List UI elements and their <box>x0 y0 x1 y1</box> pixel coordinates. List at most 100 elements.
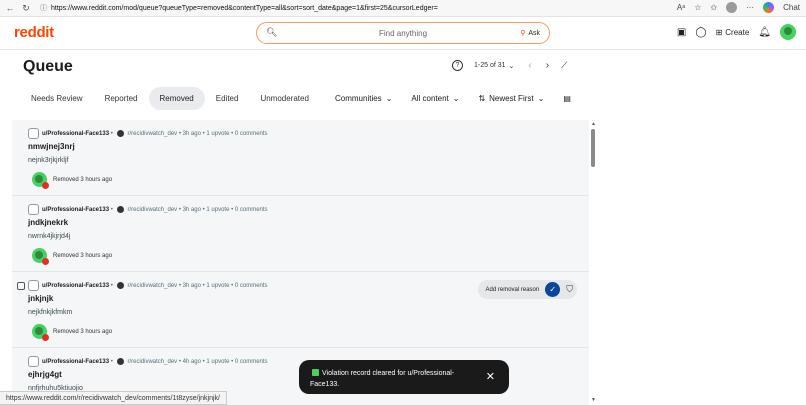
post-body: nejnk3rjkjrkljf <box>28 157 69 164</box>
post-author[interactable]: u/Professional-Face133 <box>42 283 109 289</box>
search-bar[interactable]: 🔍︎ Find anything ⚲ Ask <box>256 22 550 44</box>
reddit-header: reddit 🔍︎ Find anything ⚲ Ask ▣ ◯ ⊞ Crea… <box>0 17 806 50</box>
subreddit-icon <box>117 282 125 289</box>
list-item[interactable]: u/Professional-Face133 • r/recidivwatch_… <box>12 120 589 196</box>
sort-filter[interactable]: ⇅ Newest First ⌄ <box>478 94 544 103</box>
sort-icon: ⇅ <box>478 94 486 103</box>
plus-icon: ⊞ <box>715 27 723 37</box>
tab-removed[interactable]: Removed <box>148 87 205 110</box>
arrow-left-icon[interactable]: ← <box>4 2 16 14</box>
ask-button[interactable]: ⚲ Ask <box>515 26 545 40</box>
post-comments: 0 comments <box>234 358 268 365</box>
user-icon <box>28 356 39 367</box>
add-removal-reason-button[interactable]: Add removal reason <box>486 287 540 293</box>
next-page-icon[interactable]: › <box>546 60 549 71</box>
mod-avatar <box>32 324 49 341</box>
removed-status: Removed 3 hours ago <box>53 328 113 335</box>
post-body: nejkfnkjkfmkm <box>28 309 73 316</box>
post-subreddit[interactable]: r/recidivwatch_dev <box>127 131 177 137</box>
tab-reported[interactable]: Reported <box>94 87 149 110</box>
post-subreddit[interactable]: r/recidivwatch_dev <box>127 359 177 365</box>
chevron-down-icon: ⌄ <box>452 94 460 103</box>
bell-icon[interactable]: 🔔︎ <box>758 27 771 38</box>
link-status-bar: https://www.reddit.com/r/recidivwatch_de… <box>0 391 227 405</box>
address-bar[interactable]: ⓘ https://www.reddit.com/mod/queue?queue… <box>40 2 640 14</box>
favorite-star-icon[interactable]: ☆ <box>694 3 701 12</box>
select-checkbox[interactable] <box>17 282 25 290</box>
chevron-down-icon: ⌄ <box>537 94 545 103</box>
user-icon <box>28 204 39 215</box>
scroll-up-icon[interactable]: ▲ <box>591 121 596 127</box>
subreddit-icon <box>117 206 125 213</box>
lock-icon: ⓘ <box>40 5 47 12</box>
toast-message: Violation record cleared for u/Professio… <box>310 370 455 388</box>
ask-icon: ⚲ <box>520 30 526 37</box>
browser-profile-avatar[interactable] <box>726 2 738 13</box>
approve-button[interactable]: ✓ <box>545 282 561 297</box>
page-title: Queue <box>23 58 73 75</box>
reddit-logo[interactable]: reddit <box>14 24 54 41</box>
communities-filter[interactable]: Communities ⌄ <box>335 94 392 103</box>
communities-label: Communities <box>335 94 382 103</box>
sort-label: Newest First <box>489 94 534 103</box>
toast-notification: Violation record cleared for u/Professio… <box>299 360 509 394</box>
post-time: 4h ago <box>182 358 201 365</box>
list-item[interactable]: u/Professional-Face133 • r/recidivwatch_… <box>12 272 589 348</box>
scroll-down-icon[interactable]: ▼ <box>591 397 596 403</box>
user-icon <box>28 128 39 139</box>
post-title[interactable]: nmwjnej3nrj <box>28 142 75 151</box>
chat-icon[interactable]: ◯ <box>695 27 706 38</box>
user-icon <box>28 280 39 291</box>
view-toggle[interactable]: ▤ <box>563 94 571 103</box>
queue-tabs: Needs Review Reported Removed Edited Unm… <box>20 87 320 110</box>
post-title[interactable]: jnkjnjk <box>28 294 53 303</box>
post-time: 3h ago <box>182 282 201 289</box>
insights-icon[interactable]: ⟋ <box>561 60 567 71</box>
post-title[interactable]: ejhrjg4gt <box>28 370 62 379</box>
copilot-icon[interactable] <box>763 2 775 13</box>
create-button[interactable]: ⊞ Create <box>716 28 750 37</box>
mod-actions: Add removal reason ✓ ⛉ <box>477 280 577 299</box>
subreddit-icon <box>117 130 125 137</box>
post-body: nwrnk4jkjrjd4j <box>28 233 71 240</box>
content-filter[interactable]: All content ⌄ <box>411 94 459 103</box>
chevron-down-icon: ⌄ <box>508 62 515 70</box>
removed-status: Removed 3 hours ago <box>53 176 113 183</box>
post-title[interactable]: jndkjnekrk <box>28 218 68 227</box>
post-author[interactable]: u/Professional-Face133 <box>42 359 109 365</box>
chat-label[interactable]: Chat <box>783 3 800 12</box>
address-url: https://www.reddit.com/mod/queue?queueTy… <box>51 4 438 12</box>
user-avatar[interactable] <box>780 24 796 40</box>
scrollbar[interactable]: ▲ ▼ <box>590 120 597 405</box>
ask-label: Ask <box>528 29 540 37</box>
favorites-icon[interactable]: ✩ <box>710 3 717 12</box>
pagination-select[interactable]: 1-25 of 31 ⌄ <box>474 62 514 70</box>
post-upvotes: 1 upvote <box>206 130 230 137</box>
list-item[interactable]: u/Professional-Face133 • r/recidivwatch_… <box>12 196 589 272</box>
tab-needs-review[interactable]: Needs Review <box>20 87 94 110</box>
post-time: 3h ago <box>182 130 201 137</box>
close-icon[interactable]: ✕ <box>486 370 495 383</box>
browser-toolbar: ← ↻ ⓘ https://www.reddit.com/mod/queue?q… <box>0 0 806 17</box>
post-author[interactable]: u/Professional-Face133 <box>42 207 109 213</box>
tab-unmoderated[interactable]: Unmoderated <box>249 87 319 110</box>
prev-page-icon[interactable]: ‹ <box>528 60 531 71</box>
more-menu-icon[interactable]: ··· <box>746 3 754 12</box>
post-subreddit[interactable]: r/recidivwatch_dev <box>127 207 177 213</box>
post-upvotes: 1 upvote <box>206 358 230 365</box>
post-time: 3h ago <box>182 206 201 213</box>
subreddit-icon <box>117 358 125 365</box>
mod-icon[interactable]: ▣ <box>677 27 686 38</box>
help-icon[interactable]: ? <box>452 60 463 71</box>
post-comments: 0 comments <box>234 130 268 137</box>
shield-icon[interactable]: ⛉ <box>566 284 573 295</box>
post-subreddit[interactable]: r/recidivwatch_dev <box>127 283 177 289</box>
scroll-thumb[interactable] <box>591 129 595 167</box>
post-author[interactable]: u/Professional-Face133 <box>42 131 109 137</box>
tab-edited[interactable]: Edited <box>205 87 250 110</box>
read-aloud-icon[interactable]: A͏ᵃ <box>677 3 685 12</box>
refresh-icon[interactable]: ↻ <box>20 2 32 14</box>
removed-status: Removed 3 hours ago <box>53 252 113 259</box>
content-label: All content <box>411 94 449 103</box>
create-label: Create <box>725 27 750 37</box>
